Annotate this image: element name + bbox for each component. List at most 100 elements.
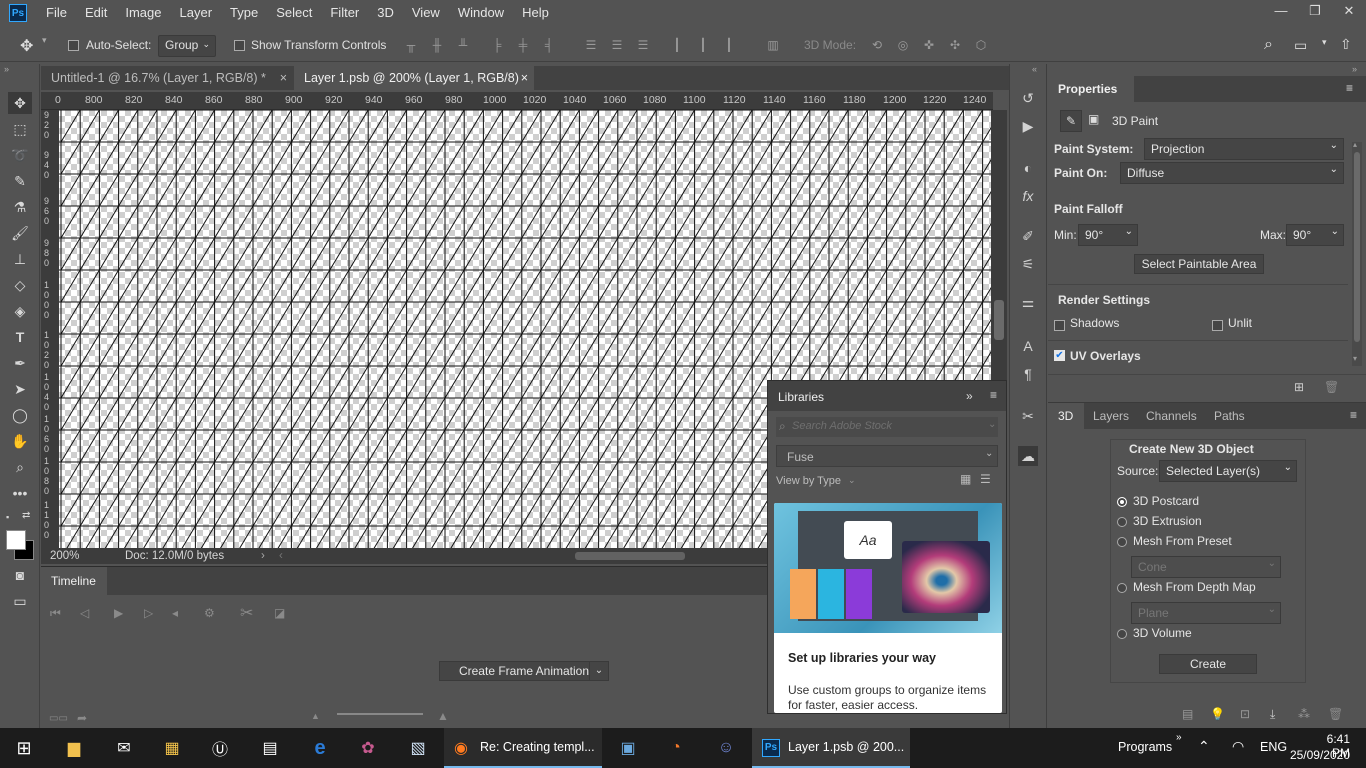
option-3d-volume[interactable]: 3D Volume	[1117, 626, 1192, 640]
path-select-tool-icon[interactable]: ➤	[8, 378, 32, 400]
radio[interactable]	[1117, 516, 1127, 527]
paint-app-icon[interactable]: ✿	[354, 734, 382, 762]
view-by-type[interactable]: View by Type	[776, 475, 841, 487]
align-right-icon[interactable]: ╡	[542, 38, 556, 52]
windows-start-icon[interactable]: ⊞	[10, 734, 38, 762]
blender-icon[interactable]: ◔	[662, 734, 690, 762]
transition-icon[interactable]: ◪	[274, 606, 285, 620]
scroll-thumb[interactable]	[994, 300, 1004, 340]
trash-icon[interactable]: 🗑	[1324, 380, 1339, 394]
close-button[interactable]: ✕	[1332, 0, 1366, 24]
zoom-tool-icon[interactable]: ⌕	[8, 456, 32, 478]
distribute-top-icon[interactable]: ☰	[584, 38, 598, 52]
fx-styles-icon[interactable]: fx	[1018, 186, 1038, 206]
clock-date[interactable]: 25/09/2020	[1288, 748, 1350, 762]
radio[interactable]	[1117, 628, 1127, 639]
menu-select[interactable]: Select	[267, 0, 321, 26]
eyedropper-tool-icon[interactable]: ⚗	[8, 196, 32, 218]
timeline-zoom-slider[interactable]	[337, 713, 423, 715]
library-select[interactable]: Fuse ⌄	[776, 445, 998, 467]
max-falloff-input[interactable]: 90° ⌄	[1286, 224, 1344, 246]
type-tool-icon[interactable]: T	[8, 326, 32, 348]
new-layer-icon[interactable]: ⊞	[1294, 380, 1304, 394]
workspace-icon[interactable]: ▭	[1294, 37, 1307, 54]
auto-select-checkbox[interactable]	[68, 38, 79, 52]
filter-icon[interactable]: ▤	[1182, 707, 1193, 721]
option-3d-extrusion[interactable]: 3D Extrusion	[1117, 514, 1202, 528]
distribute-right-icon[interactable]: ┃	[722, 38, 736, 52]
history-icon[interactable]: ↺	[1018, 88, 1038, 108]
quick-select-tool-icon[interactable]: ✎	[8, 170, 32, 192]
next-frame-icon[interactable]: ▷	[144, 606, 153, 620]
collapse-arrows-icon[interactable]: »	[4, 64, 9, 74]
programs-toolbar[interactable]: Programs	[1118, 740, 1172, 754]
scroll-down-icon[interactable]: ▾	[1353, 354, 1357, 363]
play-icon[interactable]: ▶	[114, 606, 123, 620]
discord-icon[interactable]: ☺	[712, 734, 740, 762]
align-top-icon[interactable]: ╥	[404, 38, 418, 52]
menu-filter[interactable]: Filter	[321, 0, 368, 26]
uv-overlays-checkbox[interactable]: ✔	[1054, 350, 1065, 361]
search-icon[interactable]: ⌕	[1264, 36, 1273, 54]
first-frame-icon[interactable]: ⏮	[50, 606, 61, 621]
marquee-tool-icon[interactable]: ⬚	[8, 118, 32, 140]
scroll-thumb[interactable]	[1354, 152, 1360, 342]
close-icon[interactable]: ×	[521, 66, 528, 90]
photos-icon[interactable]: ▧	[404, 734, 432, 762]
toolbar-chevron-icon[interactable]: »	[1176, 732, 1182, 743]
ellipse-tool-icon[interactable]: ◯	[8, 404, 32, 426]
audio-icon[interactable]: ◂	[172, 606, 178, 620]
adjustments-icon[interactable]: ◐	[1018, 158, 1038, 178]
show-hidden-icons-icon[interactable]: ⌃	[1198, 738, 1210, 755]
character-icon[interactable]: A	[1018, 336, 1038, 356]
brush-icon[interactable]: ✎	[1060, 110, 1082, 132]
align-left-icon[interactable]: ╞	[490, 38, 504, 52]
select-paintable-area-button[interactable]: Select Paintable Area	[1134, 254, 1264, 274]
shadows-checkbox[interactable]	[1054, 318, 1065, 332]
unreal-engine-icon[interactable]: Ⓤ	[206, 734, 234, 762]
pen-tool-icon[interactable]: ✒	[8, 352, 32, 374]
radio[interactable]	[1117, 536, 1127, 547]
paragraph-icon[interactable]: ¶	[1018, 364, 1038, 384]
quick-mask-icon[interactable]: ◙	[8, 564, 32, 586]
default-colors-icon[interactable]: ▪	[6, 512, 9, 522]
move-tool-icon[interactable]: ✥	[8, 92, 32, 114]
scale-3d-icon[interactable]: ⬡	[974, 38, 988, 52]
tab-paths[interactable]: Paths	[1214, 409, 1245, 423]
restore-button[interactable]: ❐	[1298, 0, 1332, 24]
libraries-cloud-icon[interactable]: ☁	[1018, 446, 1038, 466]
stamp-tool-icon[interactable]: ⊥	[8, 248, 32, 270]
list-view-icon[interactable]: ☰	[980, 472, 991, 486]
menu-edit[interactable]: Edit	[76, 0, 116, 26]
panel-menu-icon[interactable]: ≡	[1350, 408, 1357, 422]
render-icon[interactable]: ⊡	[1240, 707, 1250, 721]
menu-help[interactable]: Help	[513, 0, 558, 26]
chevron-down-icon[interactable]: ⌄	[848, 475, 856, 486]
menu-file[interactable]: File	[37, 0, 76, 26]
brush-tool-icon[interactable]: 🖌	[8, 222, 32, 244]
photoshop-logo[interactable]: Ps	[9, 4, 27, 22]
tab-properties[interactable]: Properties	[1048, 76, 1134, 102]
radio[interactable]	[1117, 582, 1127, 593]
auto-select-target-dropdown[interactable]: Group ⌄	[158, 35, 216, 57]
distribute-hcenter-icon[interactable]: ┃	[696, 38, 710, 52]
move-tool-icon[interactable]: ✥	[20, 36, 33, 56]
align-hcenter-icon[interactable]: ╪	[516, 38, 530, 52]
slide-3d-icon[interactable]: ✣	[948, 38, 962, 52]
app-window-icon[interactable]: ▣	[614, 734, 642, 762]
align-vcenter-icon[interactable]: ╫	[430, 38, 444, 52]
paint-bucket-tool-icon[interactable]: ◈	[8, 300, 32, 322]
drop-to-plane-icon[interactable]: ⤓	[1270, 707, 1275, 722]
chevron-down-icon[interactable]: ⌄	[589, 661, 609, 681]
create-frame-animation-button[interactable]: Create Frame Animation	[439, 661, 609, 681]
scroll-up-icon[interactable]: ▴	[1353, 140, 1357, 149]
trash-icon[interactable]: 🗑	[1328, 707, 1343, 721]
file-explorer-icon[interactable]: ▆	[60, 734, 88, 762]
menu-window[interactable]: Window	[449, 0, 513, 26]
min-falloff-input[interactable]: 90° ⌄	[1078, 224, 1138, 246]
wifi-icon[interactable]: ◠	[1232, 738, 1244, 755]
zoom-out-mountain-icon[interactable]: ▲	[311, 711, 320, 721]
collapse-arrows-icon[interactable]: «	[1032, 64, 1037, 74]
workspace-chevron-icon[interactable]: ▾	[1322, 37, 1327, 48]
screen-mode-icon[interactable]: ▭	[8, 590, 32, 612]
